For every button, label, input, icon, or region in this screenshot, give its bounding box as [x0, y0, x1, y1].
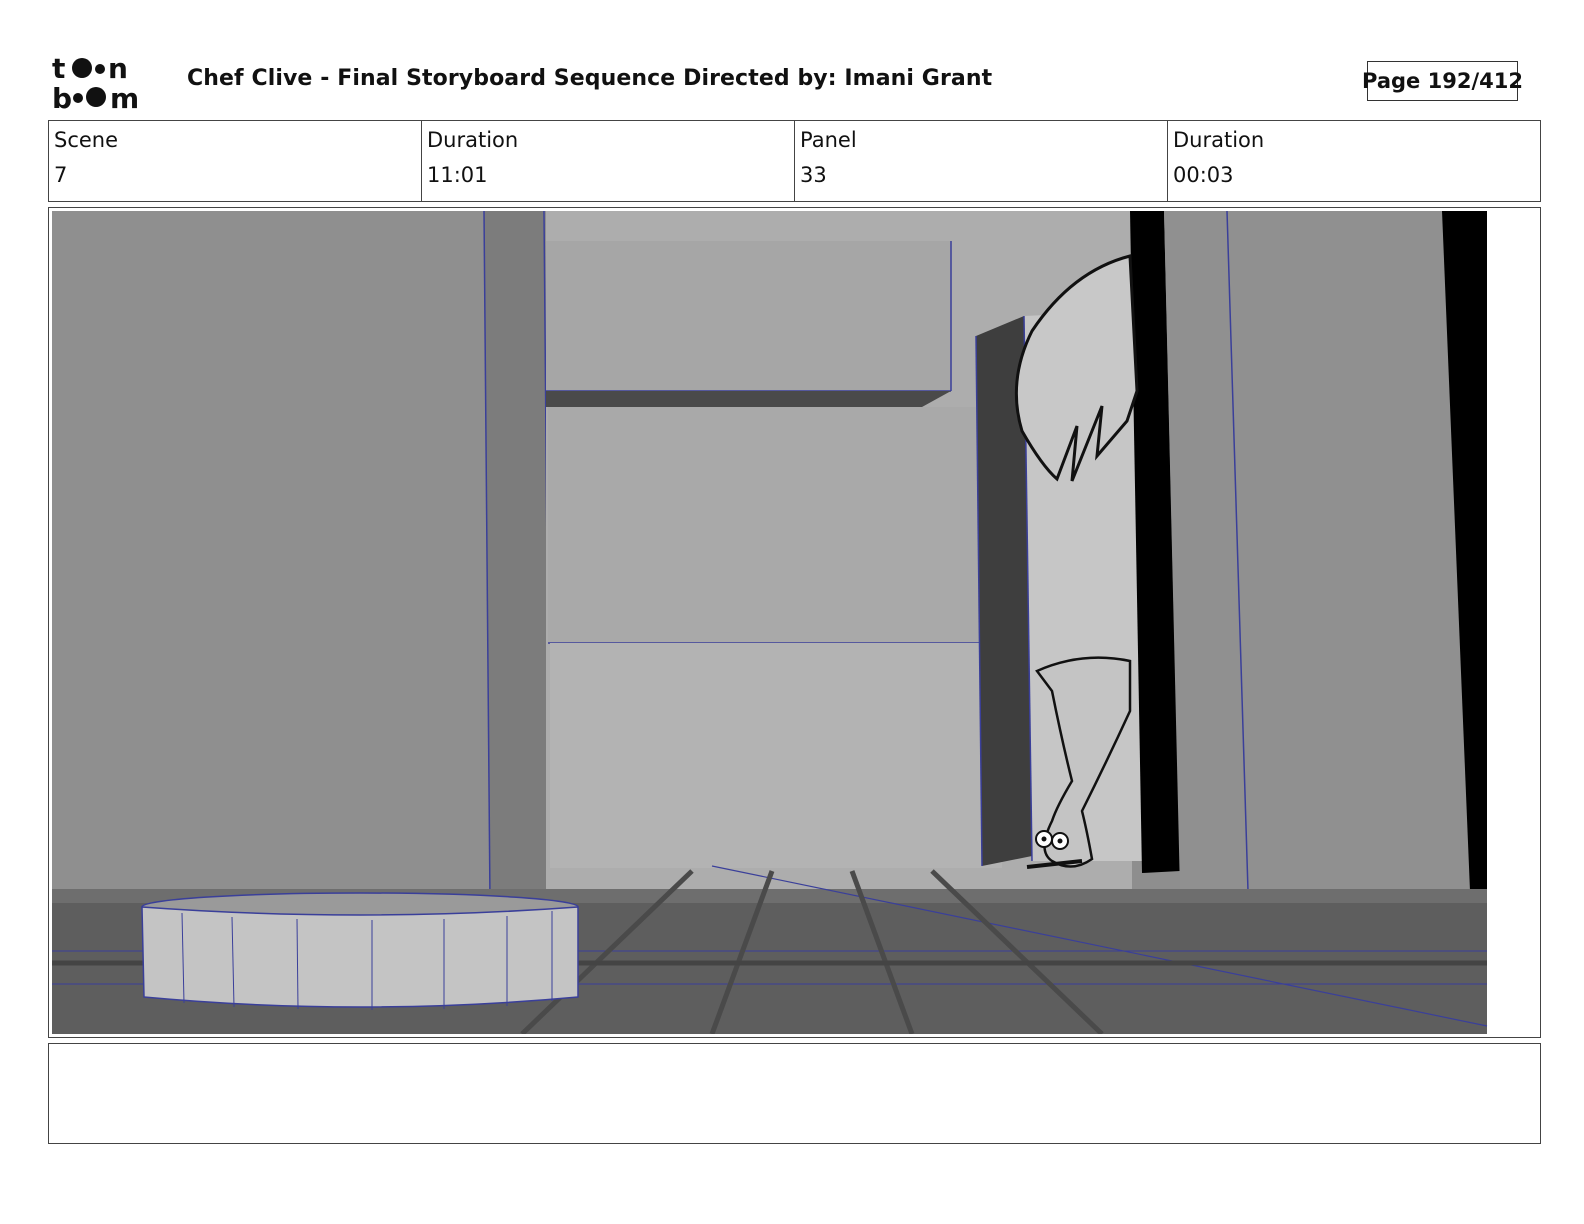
panel-duration-value: 00:03	[1173, 163, 1234, 187]
panel-notes-box	[48, 1043, 1541, 1144]
scene-cell: Scene 7	[49, 121, 422, 201]
page-number: Page 192/412	[1362, 61, 1523, 101]
storyboard-sketch	[52, 211, 1537, 1034]
scene-duration-cell: Duration 11:01	[422, 121, 795, 201]
svg-text:b: b	[52, 82, 72, 112]
scene-label: Scene	[54, 128, 119, 152]
document-title: Chef Clive - Final Storyboard Sequence D…	[187, 66, 993, 91]
scene-duration-label: Duration	[427, 128, 519, 152]
storyboard-panel-image	[52, 211, 1537, 1034]
scene-value: 7	[54, 163, 68, 187]
panel-info-table: Scene 7 Duration 11:01 Panel 33 Duration…	[48, 120, 1541, 202]
panel-duration-label: Duration	[1173, 128, 1265, 152]
svg-text:n: n	[108, 52, 128, 85]
panel-duration-cell: Duration 00:03	[1168, 121, 1540, 201]
panel-value: 33	[800, 163, 827, 187]
svg-text:t: t	[52, 52, 65, 85]
panel-cell: Panel 33	[795, 121, 1168, 201]
scene-duration-value: 11:01	[427, 163, 488, 187]
page-number-text: Page 192/412	[1362, 69, 1523, 93]
panel-label: Panel	[800, 128, 857, 152]
svg-text:m: m	[110, 82, 139, 112]
toonboom-logo: t n b m	[52, 52, 164, 112]
